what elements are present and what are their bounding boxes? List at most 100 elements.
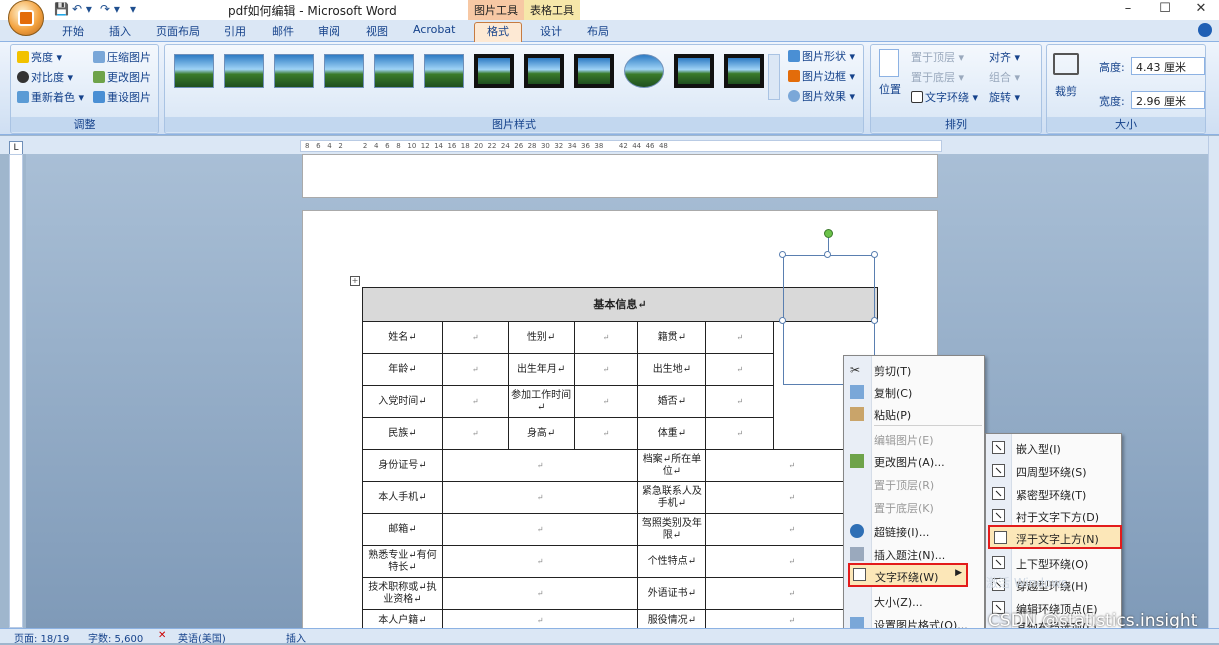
rotate-button[interactable]: 旋转 ▾ — [989, 89, 1020, 105]
rotate-handle[interactable] — [824, 229, 833, 238]
cell[interactable]: ↵ — [441, 449, 639, 482]
style-thumb-7[interactable] — [474, 54, 514, 88]
cell[interactable]: ↵ — [441, 513, 639, 546]
cell[interactable]: 参加工作时间↵ — [507, 385, 575, 418]
style-thumb-9[interactable] — [574, 54, 614, 88]
menu-hyperlink[interactable]: 超链接(I)... — [874, 524, 929, 540]
resize-handle-w[interactable] — [779, 317, 786, 324]
tab-insert[interactable]: 插入 — [109, 23, 131, 39]
proofing-icon[interactable]: ✕ — [158, 630, 166, 641]
office-button[interactable] — [8, 0, 44, 36]
cell[interactable]: ↵ — [441, 321, 509, 354]
cell[interactable]: ↵ — [573, 321, 639, 354]
cell[interactable]: 熟悉专业↵有何特长↵ — [362, 545, 443, 578]
cell[interactable]: 体重↵ — [637, 417, 707, 450]
cell[interactable]: 本人手机↵ — [362, 481, 443, 514]
resize-handle-nw[interactable] — [779, 251, 786, 258]
compress-button[interactable]: 压缩图片 — [93, 49, 151, 65]
tab-design[interactable]: 设计 — [540, 23, 562, 39]
cell[interactable]: 技术职称或↵执业资格↵ — [362, 577, 443, 610]
save-icon[interactable]: 💾 — [54, 2, 69, 16]
cell[interactable]: 档案↵所在单位↵ — [637, 449, 707, 482]
table-move-handle-icon[interactable]: + — [350, 276, 360, 286]
undo-button[interactable]: ↶ ▾ — [72, 2, 92, 16]
style-thumb-2[interactable] — [224, 54, 264, 88]
cell[interactable]: 出生地↵ — [637, 353, 707, 386]
tab-view[interactable]: 视图 — [366, 23, 388, 39]
cell[interactable]: ↵ — [441, 417, 509, 450]
change-picture-button[interactable]: 更改图片 — [93, 69, 151, 85]
horizontal-ruler[interactable]: 8 6 4 2 2 4 6 8 10 12 14 16 18 20 22 24 … — [300, 140, 942, 152]
style-thumb-5[interactable] — [374, 54, 414, 88]
vertical-scrollbar[interactable] — [1208, 136, 1219, 628]
style-thumb-11[interactable] — [674, 54, 714, 88]
menu-text-wrap[interactable]: 文字环绕(W) ▶ — [848, 563, 968, 587]
style-thumb-3[interactable] — [274, 54, 314, 88]
menu-change-picture[interactable]: 更改图片(A)... — [874, 454, 945, 470]
vertical-ruler[interactable] — [9, 154, 23, 628]
tab-references[interactable]: 引用 — [224, 23, 246, 39]
cell[interactable]: 民族↵ — [362, 417, 443, 450]
resize-handle-ne[interactable] — [871, 251, 878, 258]
menu-cut[interactable]: 剪切(T) — [874, 363, 911, 379]
cell[interactable]: 驾照类别及年限↵ — [637, 513, 707, 546]
style-thumb-12[interactable] — [724, 54, 764, 88]
picture-effects-button[interactable]: 图片效果 ▾ — [788, 88, 855, 104]
style-thumb-4[interactable] — [324, 54, 364, 88]
position-button[interactable]: 位置 — [879, 81, 901, 97]
recolor-button[interactable]: 重新着色 ▾ — [17, 89, 84, 105]
resize-handle-e[interactable] — [871, 317, 878, 324]
wrap-inline[interactable]: 嵌入型(I) — [1016, 441, 1061, 457]
cell[interactable]: 年龄↵ — [362, 353, 443, 386]
wrap-top-bottom[interactable]: 上下型环绕(O) — [1016, 556, 1088, 572]
tab-format[interactable]: 格式 — [474, 22, 522, 42]
reset-picture-button[interactable]: 重设图片 — [93, 89, 151, 105]
cell[interactable]: ↵ — [705, 385, 775, 418]
cell[interactable]: 姓名↵ — [362, 321, 443, 354]
picture-shape-button[interactable]: 图片形状 ▾ — [788, 48, 855, 64]
close-button[interactable]: ✕ — [1186, 0, 1216, 20]
tab-selector[interactable]: L — [9, 141, 23, 155]
tab-page-layout[interactable]: 页面布局 — [156, 23, 200, 39]
cell[interactable]: ↵ — [573, 417, 639, 450]
cell[interactable]: 籍贯↵ — [637, 321, 707, 354]
qat-more-button[interactable]: ▾ — [130, 2, 136, 16]
menu-caption[interactable]: 插入题注(N)... — [874, 547, 945, 563]
cell[interactable]: ↵ — [441, 385, 509, 418]
send-back-button[interactable]: 置于底层 ▾ — [911, 69, 964, 85]
text-wrap-button[interactable]: 文字环绕 ▾ — [911, 89, 978, 105]
cell[interactable]: 性别↵ — [507, 321, 575, 354]
menu-size[interactable]: 大小(Z)... — [874, 594, 923, 610]
cell[interactable]: 邮箱↵ — [362, 513, 443, 546]
wrap-behind[interactable]: 衬于文字下方(D) — [1016, 509, 1099, 525]
tab-home[interactable]: 开始 — [62, 23, 84, 39]
cell[interactable]: ↵ — [705, 353, 775, 386]
style-thumb-8[interactable] — [524, 54, 564, 88]
wrap-square[interactable]: 四周型环绕(S) — [1016, 464, 1087, 480]
crop-button[interactable]: 裁剪 — [1055, 83, 1077, 99]
style-thumb-6[interactable] — [424, 54, 464, 88]
style-thumb-1[interactable] — [174, 54, 214, 88]
cell[interactable]: 出生年月↵ — [507, 353, 575, 386]
cell[interactable]: ↵ — [441, 481, 639, 514]
cell[interactable]: 身高↵ — [507, 417, 575, 450]
redo-button[interactable]: ↷ ▾ — [100, 2, 120, 16]
menu-send-bottom[interactable]: 置于底层(K) — [874, 500, 934, 516]
cell[interactable]: ↵ — [441, 353, 509, 386]
cell[interactable]: 个性特点↵ — [637, 545, 707, 578]
wrap-tight[interactable]: 紧密型环绕(T) — [1016, 487, 1086, 503]
contrast-button[interactable]: 对比度 ▾ — [17, 69, 73, 85]
group-button[interactable]: 组合 ▾ — [989, 69, 1020, 85]
menu-paste[interactable]: 粘贴(P) — [874, 407, 911, 423]
width-input[interactable]: 2.96 厘米 — [1131, 91, 1205, 109]
resize-handle-n[interactable] — [824, 251, 831, 258]
wrap-in-front[interactable]: 浮于文字上方(N) — [988, 525, 1122, 549]
menu-bring-top[interactable]: 置于顶层(R) — [874, 477, 934, 493]
style-thumb-10[interactable] — [624, 54, 664, 88]
bring-front-button[interactable]: 置于顶层 ▾ — [911, 49, 964, 65]
minimize-button[interactable]: – — [1113, 0, 1143, 20]
cell[interactable]: ↵ — [441, 577, 639, 610]
cell[interactable]: ↵ — [573, 353, 639, 386]
tab-layout[interactable]: 布局 — [587, 23, 609, 39]
height-input[interactable]: 4.43 厘米 — [1131, 57, 1205, 75]
